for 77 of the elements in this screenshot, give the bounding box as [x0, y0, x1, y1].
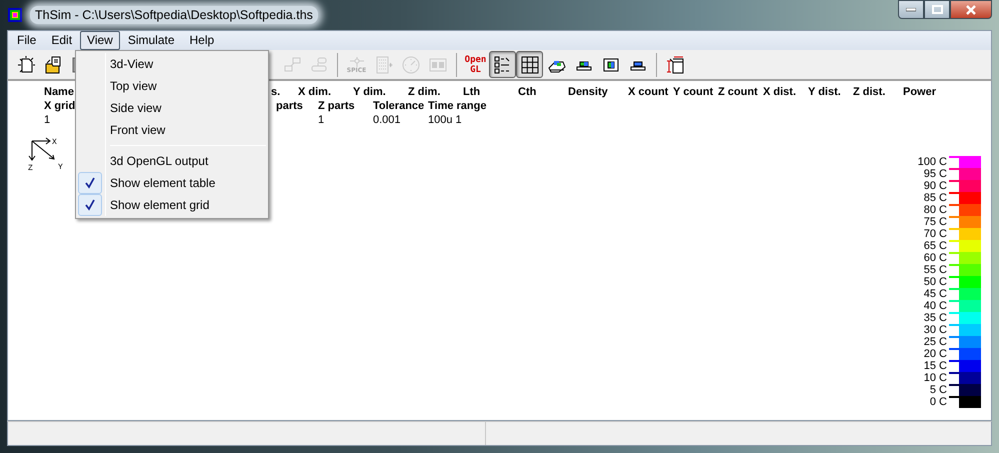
column-header: Density — [568, 85, 608, 99]
column-header: X dim. — [298, 85, 332, 99]
cube-dimensions-icon — [666, 54, 686, 74]
blocks-icon — [308, 54, 328, 74]
open-folder-icon — [42, 54, 62, 74]
menu-item[interactable]: Show element grid — [78, 194, 266, 216]
column-header: Time range — [428, 99, 486, 113]
menu-item[interactable]: Front view — [78, 119, 266, 141]
minimize-icon — [906, 8, 916, 12]
boxes-icon — [282, 54, 302, 74]
legend-label: 0 C — [928, 396, 948, 408]
legend-label: 35 C — [922, 312, 948, 324]
menu-item[interactable]: 3d-View — [78, 53, 266, 75]
legend-label: 70 C — [922, 228, 948, 240]
column-header: Z parts — [318, 99, 355, 113]
column-header: Y dist. — [808, 85, 841, 99]
opengl-button[interactable]: Open GL — [462, 51, 489, 78]
legend-label: 90 C — [922, 180, 948, 192]
legend-label: 95 C — [922, 168, 948, 180]
menu-item[interactable]: Edit — [44, 31, 80, 50]
legend-label: 45 C — [922, 288, 948, 300]
maximize-button[interactable] — [924, 0, 950, 19]
toolbar-button[interactable] — [489, 51, 516, 78]
legend-label: 85 C — [922, 192, 948, 204]
toolbar-button[interactable] — [516, 51, 543, 78]
table-cell: 100u 1 — [428, 113, 462, 127]
legend-label: 50 C — [922, 276, 948, 288]
menu-item[interactable]: Top view — [78, 75, 266, 97]
new-document-icon — [16, 54, 36, 74]
grid-icon — [520, 54, 540, 74]
menu-item[interactable]: Help — [182, 31, 222, 50]
table-cell: 1 — [44, 113, 50, 127]
menu-item[interactable]: File — [10, 31, 44, 50]
legend-label: 20 C — [922, 348, 948, 360]
legend-label: 100 C — [916, 156, 948, 168]
menu-item[interactable]: Show element table — [78, 172, 266, 194]
column-header: Z count — [718, 85, 758, 99]
axes-drawing: X Z Y — [28, 135, 74, 177]
column-header: parts — [276, 99, 303, 113]
menu-item[interactable]: View — [80, 31, 120, 50]
legend-label: 75 C — [922, 216, 948, 228]
legend-label: 60 C — [922, 252, 948, 264]
menu-item[interactable]: Side view — [78, 97, 266, 119]
column-header: Cth — [518, 85, 536, 99]
dial-icon — [400, 54, 420, 74]
column-header: Lth — [463, 85, 480, 99]
close-icon — [965, 4, 977, 14]
window-title: ThSim - C:\Users\Softpedia\Desktop\Softpedia.ths — [30, 6, 318, 24]
column-header: Z dist. — [853, 85, 886, 99]
column-header: Tolerance — [373, 99, 424, 113]
column-header: Z dim. — [408, 85, 440, 99]
column-header: Name — [44, 85, 74, 99]
column-header: X dist. — [763, 85, 796, 99]
column-header: Y dim. — [353, 85, 386, 99]
legend-label: 55 C — [922, 264, 948, 276]
menu-item[interactable]: 3d OpenGL output — [78, 150, 266, 172]
legend-label: 5 C — [928, 384, 948, 396]
maximize-icon — [932, 5, 942, 14]
column-header: s. — [271, 85, 280, 99]
column-header: Y count — [673, 85, 714, 99]
column-header: X grid — [44, 99, 76, 113]
close-button[interactable] — [950, 0, 992, 19]
menu-item[interactable]: Simulate — [120, 31, 182, 50]
table-cell: 1 — [318, 113, 324, 127]
document-arrow-icon — [374, 54, 394, 74]
legend-label: 15 C — [922, 360, 948, 372]
legend-label: 30 C — [922, 324, 948, 336]
table-cell: 0.001 — [373, 113, 401, 127]
legend-label: 40 C — [922, 300, 948, 312]
legend-label: 10 C — [922, 372, 948, 384]
app-icon — [8, 8, 22, 22]
legend-label: 65 C — [922, 240, 948, 252]
legend-label: 80 C — [922, 204, 948, 216]
legend-label: 25 C — [922, 336, 948, 348]
column-header: Power — [903, 85, 936, 99]
column-header: X count — [628, 85, 668, 99]
minimize-button[interactable] — [898, 0, 924, 19]
